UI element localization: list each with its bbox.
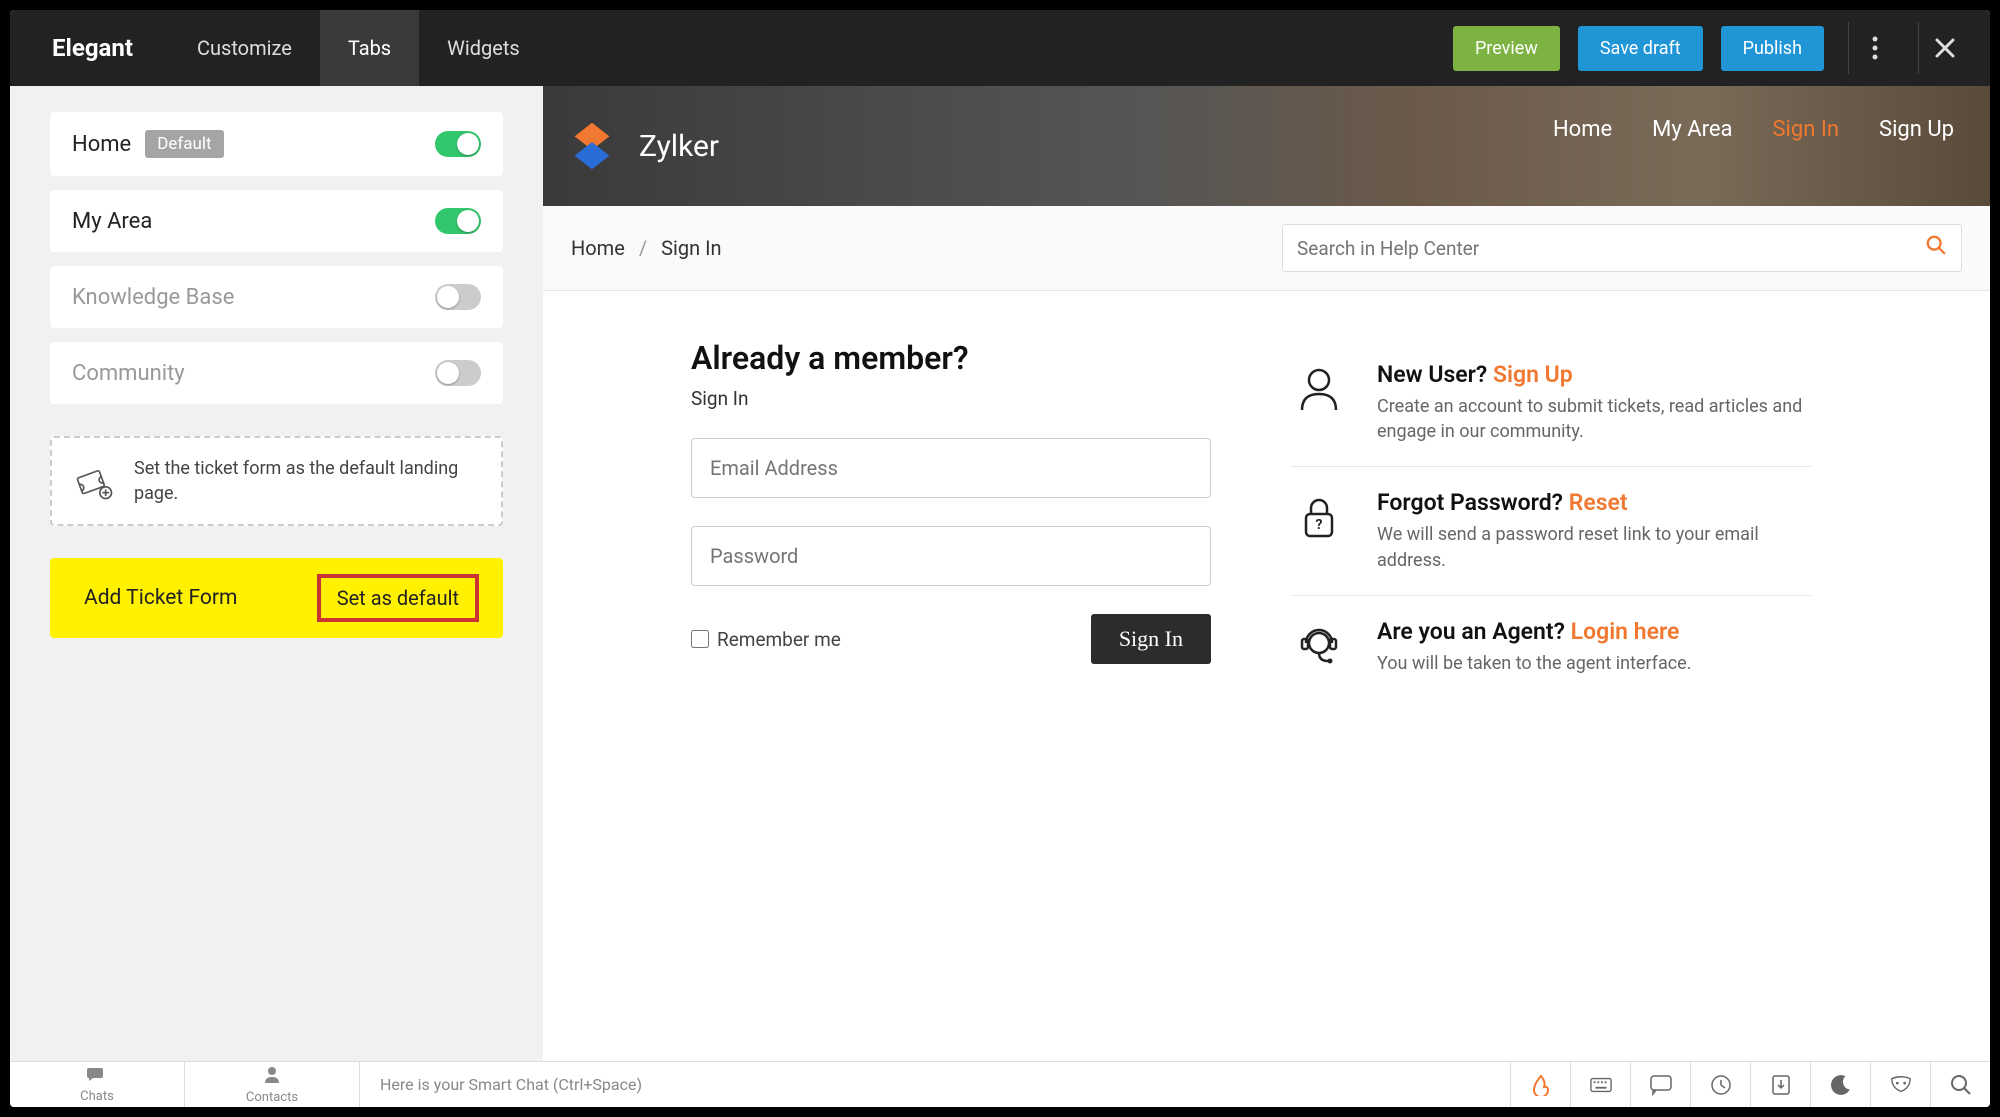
signup-link[interactable]: Sign Up xyxy=(1493,361,1573,388)
tab-name: Knowledge Base xyxy=(72,285,234,310)
message-icon[interactable] xyxy=(1630,1062,1690,1107)
side-desc: You will be taken to the agent interface… xyxy=(1377,651,1691,676)
remember-label: Remember me xyxy=(717,628,841,651)
default-badge: Default xyxy=(145,130,223,158)
search-icon[interactable] xyxy=(1925,234,1947,262)
nav-widgets[interactable]: Widgets xyxy=(419,10,548,86)
nav-customize[interactable]: Customize xyxy=(169,10,320,86)
footer-chats[interactable]: Chats xyxy=(10,1062,185,1107)
export-icon[interactable] xyxy=(1750,1062,1810,1107)
breadcrumb-row: Home / Sign In xyxy=(543,206,1990,291)
agent-login-link[interactable]: Login here xyxy=(1571,618,1680,645)
close-icon[interactable] xyxy=(1918,22,1970,74)
pnav-signup[interactable]: Sign Up xyxy=(1879,117,1954,176)
tab-name: Community xyxy=(72,361,185,386)
contacts-icon xyxy=(263,1065,281,1088)
brand-title: Elegant xyxy=(10,34,169,62)
preview-pane: Zylker Home My Area Sign In Sign Up Home… xyxy=(543,86,1990,1061)
crumb-home[interactable]: Home xyxy=(571,236,625,260)
footer-chats-label: Chats xyxy=(80,1089,114,1104)
signin-heading: Already a member? xyxy=(691,339,1211,377)
side-title: Are you an Agent? xyxy=(1377,618,1571,645)
side-desc: Create an account to submit tickets, rea… xyxy=(1377,394,1811,444)
zylker-brand: Zylker xyxy=(639,129,719,164)
side-title: New User? xyxy=(1377,361,1493,388)
more-menu-icon[interactable] xyxy=(1848,22,1900,74)
mask-icon[interactable] xyxy=(1870,1062,1930,1107)
footer-icons xyxy=(1510,1062,1990,1107)
tab-row-myarea: My Area xyxy=(50,190,503,252)
tab-row-knowledgebase: Knowledge Base xyxy=(50,266,503,328)
side-signup: New User? Sign Up Create an account to s… xyxy=(1291,339,1811,467)
password-field[interactable] xyxy=(691,526,1211,586)
add-ticket-label: Add Ticket Form xyxy=(84,586,237,610)
tab-name: My Area xyxy=(72,209,152,234)
clock-icon[interactable] xyxy=(1690,1062,1750,1107)
remember-checkbox[interactable] xyxy=(691,630,709,648)
side-agent: Are you an Agent? Login here You will be… xyxy=(1291,596,1811,698)
user-icon xyxy=(1291,361,1347,417)
svg-text:?: ? xyxy=(1316,517,1323,533)
signin-form: Already a member? Sign In Remember me Si… xyxy=(691,339,1211,1021)
signin-side-options: New User? Sign Up Create an account to s… xyxy=(1291,339,1811,1021)
preview-nav: Home My Area Sign In Sign Up xyxy=(1553,117,1954,176)
toggle-myarea[interactable] xyxy=(435,208,481,234)
topbar: Elegant Customize Tabs Widgets Preview S… xyxy=(10,10,1990,86)
signin-sub: Sign In xyxy=(691,387,1211,410)
top-nav: Customize Tabs Widgets xyxy=(169,10,548,86)
toggle-community[interactable] xyxy=(435,360,481,386)
ticket-info-box: Set the ticket form as the default landi… xyxy=(50,436,503,526)
pnav-signin[interactable]: Sign In xyxy=(1772,117,1839,210)
side-title: Forgot Password? xyxy=(1377,489,1569,516)
publish-button[interactable]: Publish xyxy=(1721,26,1824,71)
flame-icon[interactable] xyxy=(1510,1062,1570,1107)
search-input[interactable] xyxy=(1297,237,1925,260)
signin-button[interactable]: Sign In xyxy=(1091,614,1211,664)
help-search[interactable] xyxy=(1282,224,1962,272)
footer: Chats Contacts Here is your Smart Chat (… xyxy=(10,1061,1990,1107)
add-ticket-highlight: Add Ticket Form Set as default xyxy=(50,558,503,638)
pnav-home[interactable]: Home xyxy=(1553,117,1612,176)
tab-row-home: Home Default xyxy=(50,112,503,176)
preview-header: Zylker Home My Area Sign In Sign Up xyxy=(543,86,1990,206)
smart-chat-hint: Here is your Smart Chat (Ctrl+Space) xyxy=(360,1075,662,1094)
side-desc: We will send a password reset link to yo… xyxy=(1377,522,1811,572)
breadcrumb: Home / Sign In xyxy=(571,236,722,260)
set-as-default-button[interactable]: Set as default xyxy=(317,574,479,622)
keyboard-icon[interactable] xyxy=(1570,1062,1630,1107)
chat-icon xyxy=(87,1066,107,1087)
reset-link[interactable]: Reset xyxy=(1569,489,1628,516)
remember-me[interactable]: Remember me xyxy=(691,628,841,651)
pnav-myarea[interactable]: My Area xyxy=(1652,117,1732,176)
tab-row-community: Community xyxy=(50,342,503,404)
crumb-signin: Sign In xyxy=(661,236,721,260)
agent-icon xyxy=(1291,618,1347,674)
ticket-icon xyxy=(74,461,114,501)
nav-tabs[interactable]: Tabs xyxy=(320,10,419,86)
toggle-home[interactable] xyxy=(435,131,481,157)
footer-contacts-label: Contacts xyxy=(246,1090,298,1105)
footer-contacts[interactable]: Contacts xyxy=(185,1062,360,1107)
moon-icon[interactable] xyxy=(1810,1062,1870,1107)
info-text: Set the ticket form as the default landi… xyxy=(134,456,479,506)
toggle-knowledgebase[interactable] xyxy=(435,284,481,310)
email-field[interactable] xyxy=(691,438,1211,498)
crumb-sep: / xyxy=(639,236,647,260)
preview-button[interactable]: Preview xyxy=(1453,26,1560,71)
sidebar: Home Default My Area Knowledge Base Comm… xyxy=(10,86,543,1061)
side-forgot: ? Forgot Password? Reset We will send a … xyxy=(1291,467,1811,595)
tab-name: Home xyxy=(72,132,131,157)
footer-search-icon[interactable] xyxy=(1930,1062,1990,1107)
zylker-logo-icon xyxy=(563,117,621,175)
lock-icon: ? xyxy=(1291,489,1347,545)
save-draft-button[interactable]: Save draft xyxy=(1578,26,1703,71)
